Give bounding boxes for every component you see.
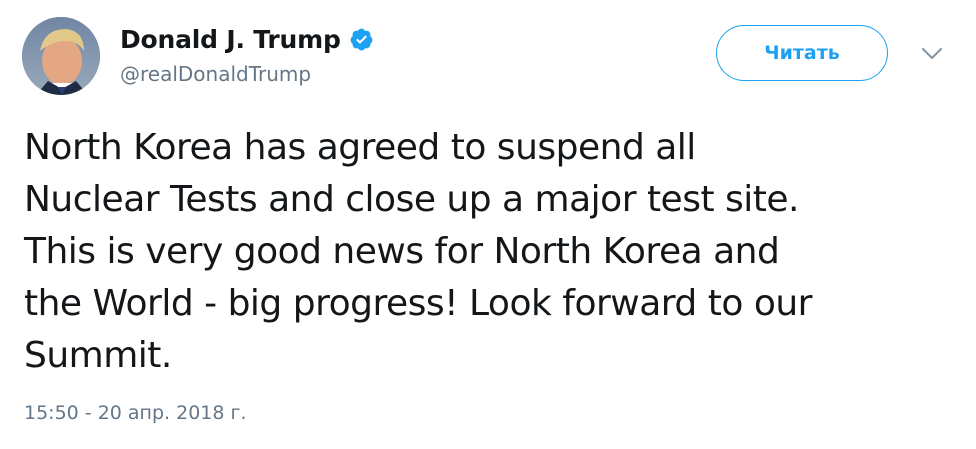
avatar[interactable] bbox=[22, 17, 100, 95]
author-name-row: Donald J. Trump bbox=[120, 22, 374, 56]
tweet-timestamp[interactable]: 15:50 - 20 апр. 2018 г. bbox=[24, 402, 247, 424]
chevron-down-icon[interactable] bbox=[918, 44, 946, 64]
follow-button[interactable]: Читать bbox=[716, 25, 888, 81]
verified-badge-icon bbox=[350, 28, 373, 50]
tweet-text: North Korea has agreed to suspend all Nu… bbox=[24, 127, 812, 376]
author-handle[interactable]: @realDonaldTrump bbox=[120, 62, 311, 86]
author-display-name[interactable]: Donald J. Trump bbox=[120, 25, 341, 54]
tweet-card: Donald J. Trump @realDonaldTrump Читать … bbox=[0, 0, 976, 449]
